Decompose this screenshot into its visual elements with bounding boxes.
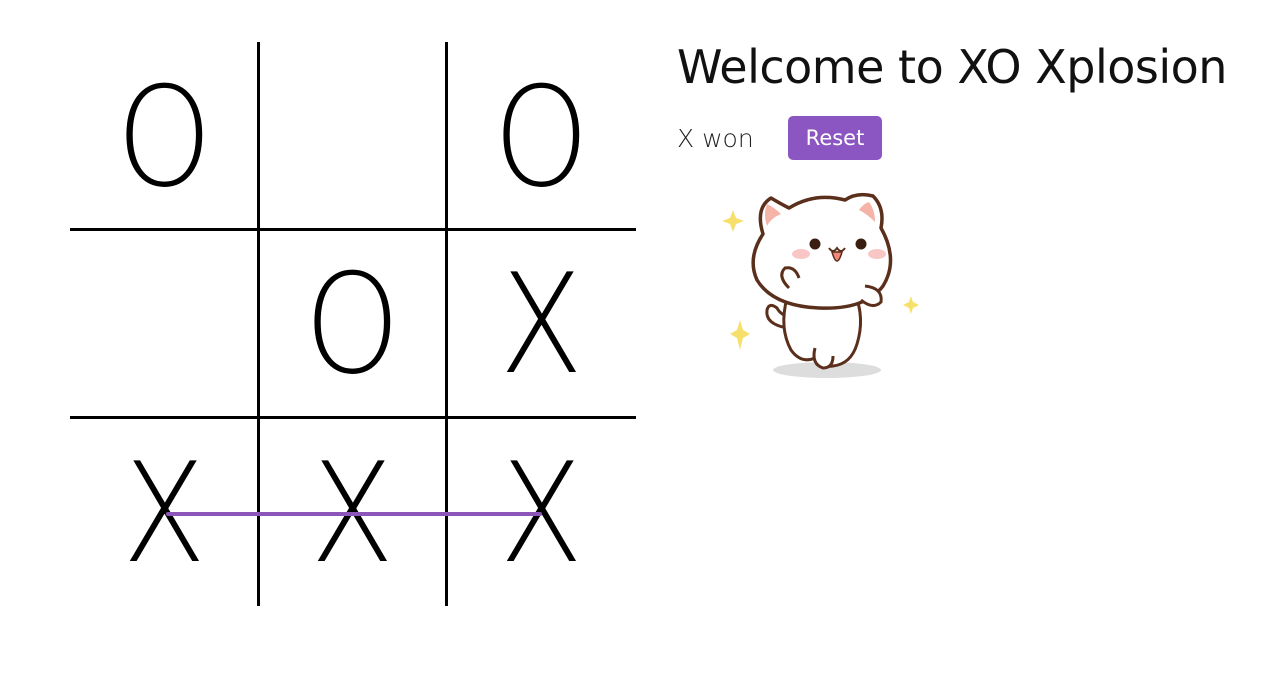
game-status: X won: [677, 123, 754, 153]
status-row: X won Reset: [677, 116, 883, 160]
board-cell-6[interactable]: X: [446, 229, 636, 417]
cell-mark: O: [304, 244, 400, 405]
cell-mark: O: [116, 56, 212, 218]
board-cells: O O O X X X X: [70, 42, 636, 606]
board-cell-2[interactable]: [258, 42, 446, 229]
board-cell-4[interactable]: [70, 229, 258, 417]
cell-mark: X: [499, 244, 583, 405]
cute-cat-sticker-icon: [715, 178, 925, 384]
winning-line: [166, 512, 542, 516]
board-cell-3[interactable]: O: [446, 42, 636, 229]
cell-mark: O: [493, 56, 589, 218]
game-page: O O O X X X X Welcome to XO Xplosion X w…: [0, 0, 1280, 686]
page-title: Welcome to XO Xplosion: [677, 40, 1227, 94]
reset-button[interactable]: Reset: [787, 116, 883, 160]
cat-sticker-graphic: [722, 192, 919, 378]
board-cell-5[interactable]: O: [258, 229, 446, 417]
board-cell-1[interactable]: O: [70, 42, 258, 229]
game-board: O O O X X X X: [70, 42, 636, 606]
